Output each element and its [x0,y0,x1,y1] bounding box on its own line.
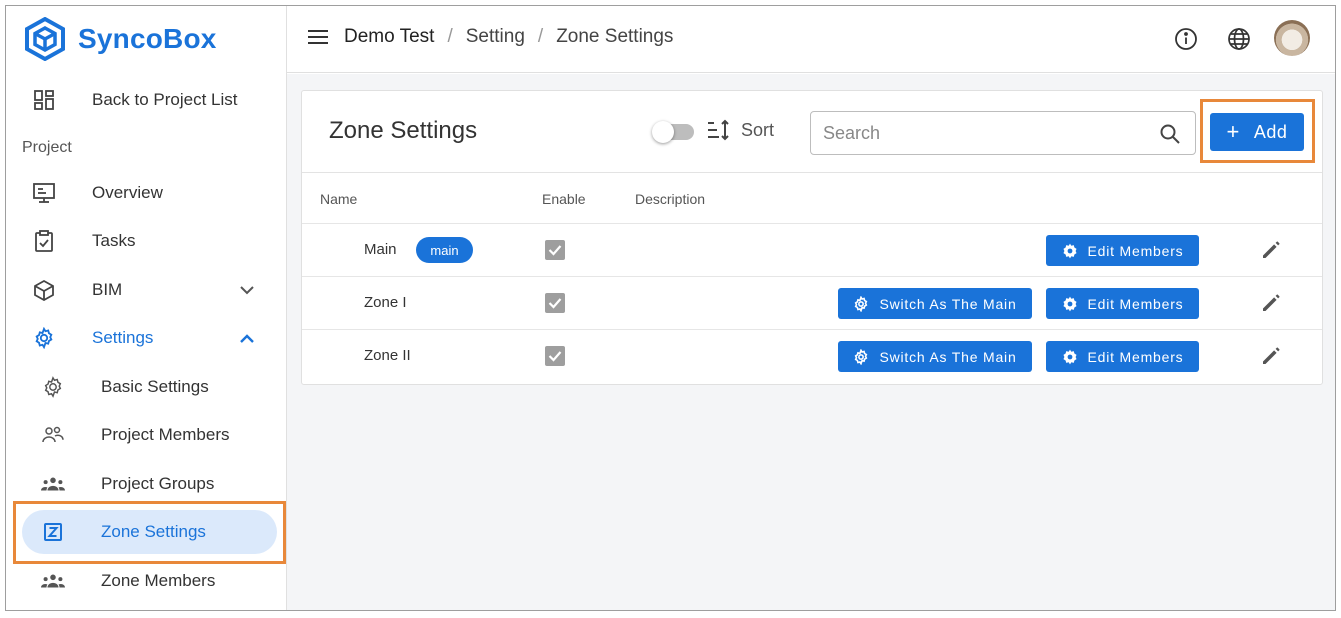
zone-name: Zone I [364,294,407,311]
zone-name: Zone II [364,347,411,364]
sidebar-item-label: Settings [92,328,154,347]
search-icon[interactable] [1159,123,1181,145]
avatar[interactable] [1274,20,1310,56]
back-label: Back to Project List [92,90,238,109]
page-title: Zone Settings [329,117,478,144]
app-window: SyncoBox Back to Project List Project Ov… [5,5,1336,611]
enable-checkbox[interactable] [545,240,565,260]
table-row: Main main Edit Members [302,223,1322,276]
cube-icon [32,278,56,302]
monitor-icon [32,181,56,205]
breadcrumb-separator: / [447,26,453,47]
switch-as-main-button[interactable]: Switch As The Main [838,341,1032,372]
highlight-box [1200,99,1315,163]
clipboard-check-icon [32,229,56,253]
globe-icon[interactable] [1226,26,1252,52]
groups-icon [41,569,65,593]
check-icon [548,351,562,362]
sidebar-item-settings[interactable]: Settings [6,316,287,360]
groups-icon [41,472,65,496]
zone-settings-card: Zone Settings Sort Search + Add Name Ena… [301,90,1323,385]
sidebar-item-label: Zone Members [101,571,216,590]
sidebar-item-project-members[interactable]: Project Members [6,413,287,457]
sort-control[interactable]: Sort [707,119,774,141]
sidebar-item-label: Basic Settings [101,377,209,396]
gear-outline-icon [41,375,65,399]
back-to-project-list[interactable]: Back to Project List [6,78,287,122]
sort-label: Sort [741,119,775,140]
sidebar-item-bim[interactable]: BIM [6,268,287,312]
breadcrumb-project[interactable]: Demo Test [344,26,434,48]
table-row: Zone I Switch As The Main Edit Members [302,276,1322,329]
chevron-down-icon[interactable] [238,281,256,299]
gear-outline-icon [853,348,869,365]
sidebar-item-project-groups[interactable]: Project Groups [6,462,287,506]
card-header: Zone Settings Sort Search + Add [302,91,1322,173]
main-badge: main [416,237,473,263]
sidebar-item-label: Tasks [92,231,136,250]
zone-name: Main [364,241,397,258]
people-icon [41,423,65,447]
dashboard-icon [32,88,56,112]
breadcrumb-setting[interactable]: Setting [466,26,525,48]
edit-members-label: Edit Members [1087,242,1184,259]
toggle-knob [652,121,674,143]
sort-toggle[interactable] [652,121,694,143]
sidebar-item-label: Overview [92,183,163,202]
gear-icon [1062,349,1078,365]
logo-icon [25,17,65,61]
breadcrumb-current: Zone Settings [556,26,674,47]
gear-icon [32,326,56,350]
enable-checkbox[interactable] [545,346,565,366]
column-header-description[interactable]: Description [635,191,705,207]
table-row: Zone II Switch As The Main Edit Members [302,329,1322,382]
breadcrumb: Demo Test / Setting / Zone Settings [344,26,673,48]
search-input[interactable] [823,112,1153,154]
column-header-enable[interactable]: Enable [542,191,586,207]
edit-members-label: Edit Members [1087,348,1184,365]
sort-icon [708,119,729,141]
pencil-icon[interactable] [1260,239,1282,261]
switch-as-main-label: Switch As The Main [879,348,1017,365]
check-icon [548,298,562,309]
highlight-box [13,501,286,564]
switch-as-main-button[interactable]: Switch As The Main [838,288,1032,319]
sidebar-item-tasks[interactable]: Tasks [6,219,287,263]
sidebar-item-label: Project Members [101,425,230,444]
search-box[interactable] [810,111,1196,155]
column-header-name[interactable]: Name [320,191,357,207]
switch-as-main-label: Switch As The Main [879,295,1017,312]
info-icon[interactable] [1173,26,1199,52]
enable-checkbox[interactable] [545,293,565,313]
gear-icon [1062,243,1078,259]
pencil-icon[interactable] [1260,345,1282,367]
chevron-up-icon[interactable] [238,329,256,347]
check-icon [548,245,562,256]
main-content: Zone Settings Sort Search + Add Name Ena… [287,74,1335,610]
edit-members-button[interactable]: Edit Members [1046,288,1199,319]
edit-members-button[interactable]: Edit Members [1046,341,1199,372]
sidebar: SyncoBox Back to Project List Project Ov… [6,6,287,610]
gear-icon [1062,296,1078,312]
app-name: SyncoBox [78,23,217,54]
gear-outline-icon [853,295,869,312]
pencil-icon[interactable] [1260,292,1282,314]
sidebar-item-zone-members[interactable]: Zone Members [6,559,287,603]
sidebar-item-basic-settings[interactable]: Basic Settings [6,365,287,409]
menu-icon[interactable] [307,28,329,50]
sidebar-item-label: Project Groups [101,474,215,493]
section-label-project: Project [22,139,72,156]
edit-members-button[interactable]: Edit Members [1046,235,1199,266]
edit-members-label: Edit Members [1087,295,1184,312]
topbar: Demo Test / Setting / Zone Settings [287,6,1335,73]
sidebar-item-label: BIM [92,280,123,299]
logo[interactable]: SyncoBox [24,14,217,64]
sidebar-item-overview[interactable]: Overview [6,171,287,215]
breadcrumb-separator: / [537,26,544,47]
